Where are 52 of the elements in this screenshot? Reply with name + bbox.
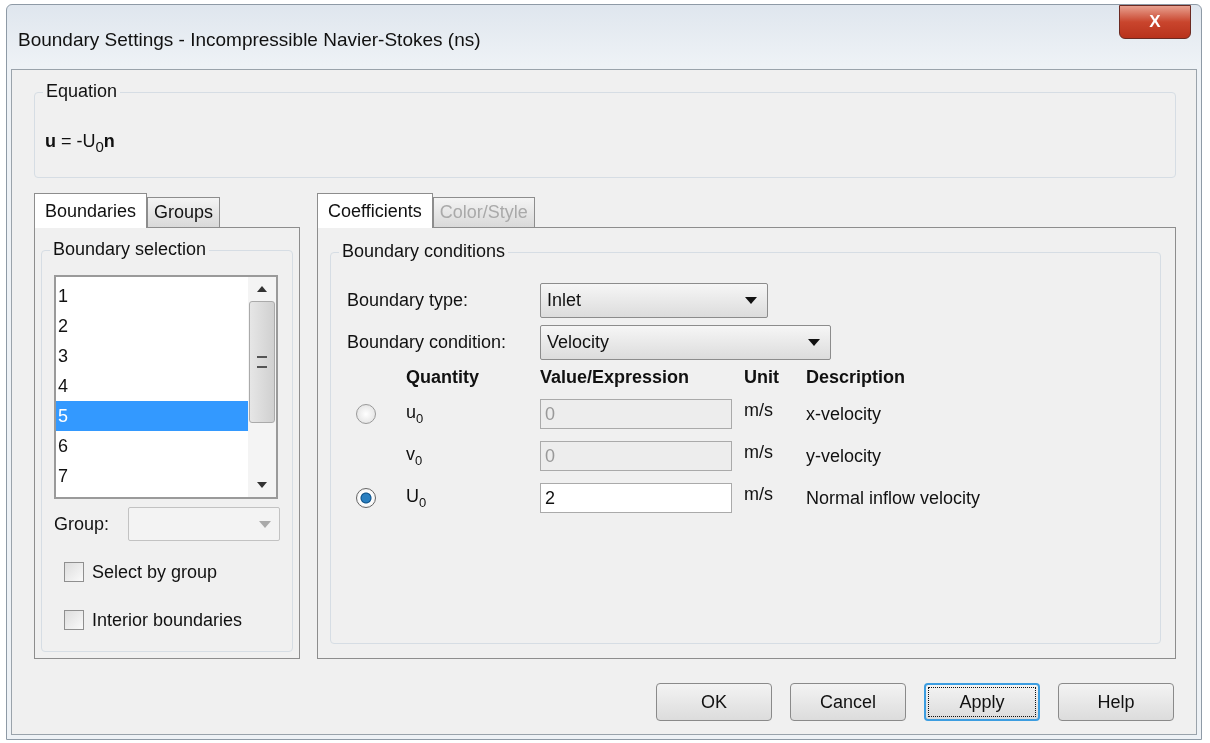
group-title: Boundary selection (50, 239, 210, 260)
caret-icon (259, 520, 271, 528)
equation-text: u = -U$_{0}$n (45, 131, 115, 151)
grip-icon (257, 356, 267, 368)
checkbox-label: Select by group (92, 561, 218, 583)
checkbox[interactable] (64, 610, 84, 630)
boundary-list[interactable]: 1 2 3 4 5 6 7 (54, 275, 278, 499)
caret-icon (808, 339, 820, 346)
column-header: Quantity (406, 367, 480, 388)
dialog-button[interactable]: OK (656, 683, 772, 721)
dialog-button[interactable]: Apply (924, 683, 1040, 721)
unit-label: m/s (744, 399, 774, 421)
column-header: Description (806, 367, 907, 388)
tab[interactable]: Coefficients (317, 193, 433, 228)
scroll-thumb[interactable] (249, 301, 275, 423)
list-item[interactable]: 4 (56, 371, 248, 401)
quantity-symbol: u$_{0}$ (406, 402, 425, 426)
boundary-type-label: Boundary type: (347, 290, 470, 311)
unit-label: m/s (744, 483, 774, 505)
list-item[interactable]: 1 (56, 281, 248, 311)
group-title: Equation (43, 81, 121, 102)
group-label: Group: (54, 513, 110, 535)
boundary-condition-label: Boundary condition: (347, 332, 508, 353)
dialog-button[interactable]: Help (1058, 683, 1174, 721)
column-header: Value/Expression (540, 367, 691, 388)
description-text: Normal inflow velocity (806, 487, 982, 509)
caret-icon (745, 297, 757, 304)
tab[interactable]: Boundaries (34, 193, 148, 228)
list-item[interactable]: 3 (56, 341, 248, 371)
tab[interactable]: Groups (147, 197, 221, 227)
dialog-button[interactable]: Cancel (790, 683, 906, 721)
radio-button[interactable] (356, 488, 376, 508)
quantity-symbol: v$_{0}$ (406, 444, 424, 468)
list-item[interactable]: 2 (56, 311, 248, 341)
scroll-up-icon[interactable] (257, 286, 267, 292)
quantity-symbol: U$_{0}$ (406, 486, 428, 510)
scroll-down-icon[interactable] (257, 482, 267, 488)
close-button[interactable]: X (1119, 5, 1191, 39)
list-item[interactable]: 7 (56, 461, 248, 491)
unit-label: m/s (744, 441, 774, 463)
column-header: Unit (744, 367, 780, 388)
checkbox[interactable] (64, 562, 84, 582)
value-field[interactable]: 2 (540, 483, 732, 513)
checkbox-label: Interior boundaries (92, 609, 243, 631)
scrollbar[interactable] (248, 277, 276, 497)
list-item[interactable]: 6 (56, 431, 248, 461)
group-title: Boundary conditions (339, 241, 509, 262)
description-text: y-velocity (806, 445, 882, 467)
boundary-type-dropdown[interactable]: Inlet (540, 283, 768, 318)
boundary-condition-dropdown[interactable]: Velocity (540, 325, 831, 360)
description-text: x-velocity (806, 403, 882, 425)
window-title: Boundary Settings - Incompressible Navier-Stokes (ns) (18, 29, 481, 51)
